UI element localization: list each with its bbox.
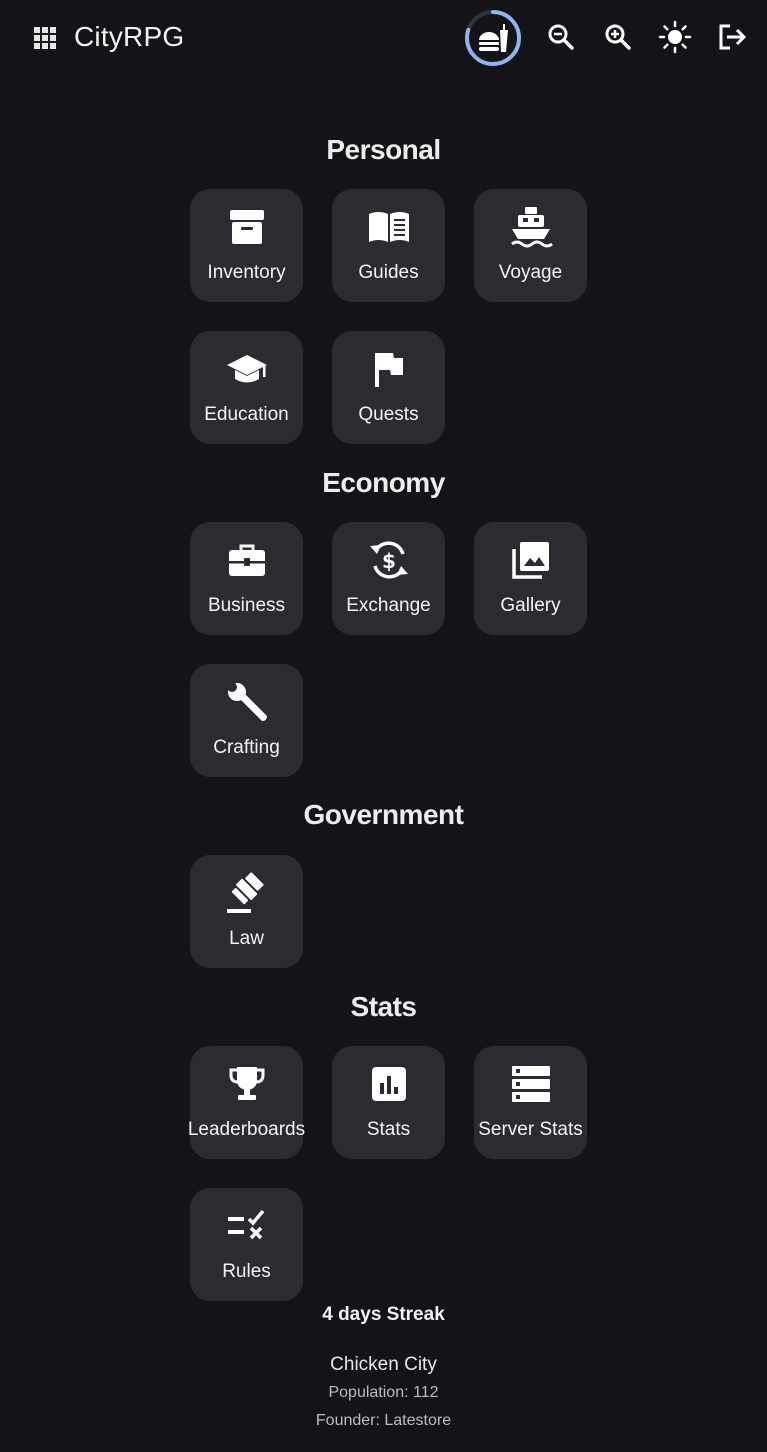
streak-text: 4 days Streak — [322, 1304, 445, 1325]
tile-label: Voyage — [498, 262, 563, 283]
briefcase-icon — [190, 540, 303, 580]
tile-label: Server Stats — [478, 1119, 583, 1140]
apps-grid-icon[interactable] — [34, 27, 56, 49]
tile-law[interactable]: Law — [190, 855, 303, 968]
tile-label: Gallery — [500, 595, 561, 616]
gavel-icon — [190, 872, 303, 913]
app-title[interactable]: CityRPG — [74, 19, 184, 55]
tile-label: Leaderboards — [187, 1119, 306, 1140]
trophy-icon — [190, 1064, 303, 1104]
tile-education[interactable]: Education — [190, 331, 303, 444]
section-title-government: Government — [303, 799, 464, 830]
graduation-cap-icon — [190, 349, 303, 389]
tile-leaderboards[interactable]: Leaderboards — [188, 1046, 305, 1159]
zoom-out-icon[interactable] — [544, 20, 578, 54]
streak-progress-button[interactable] — [463, 8, 523, 68]
currency-exchange-icon: $ — [332, 540, 445, 580]
top-app-bar: CityRPG — [0, 0, 767, 76]
server-icon — [474, 1064, 587, 1104]
wrench-icon — [190, 682, 303, 722]
tile-label: Exchange — [346, 595, 431, 616]
tile-crafting[interactable]: Crafting — [190, 664, 303, 777]
tile-quests[interactable]: Quests — [332, 331, 445, 444]
burger-streak-icon — [479, 24, 508, 52]
section-title-stats: Stats — [350, 991, 417, 1022]
sun-icon[interactable] — [658, 20, 692, 54]
tile-label: Guides — [358, 262, 419, 283]
photo-library-icon — [474, 540, 587, 580]
tile-inventory[interactable]: Inventory — [190, 189, 303, 302]
logout-icon[interactable] — [715, 20, 749, 54]
tile-exchange[interactable]: $ Exchange — [332, 522, 445, 635]
city-name: Chicken City — [330, 1354, 437, 1375]
tile-guides[interactable]: Guides — [332, 189, 445, 302]
tile-label: Quests — [358, 404, 419, 425]
svg-text:$: $ — [382, 549, 396, 573]
tile-label: Business — [207, 595, 286, 616]
section-title-economy: Economy — [322, 467, 445, 498]
city-population: Population: 112 — [328, 1384, 439, 1401]
section-title-personal: Personal — [326, 134, 441, 165]
tile-label: Inventory — [207, 262, 286, 283]
tile-server-stats[interactable]: Server Stats — [474, 1046, 587, 1159]
bar-chart-icon — [332, 1064, 445, 1104]
tile-label: Law — [229, 928, 264, 949]
archive-box-icon — [190, 207, 303, 247]
tile-voyage[interactable]: Voyage — [474, 189, 587, 302]
city-founder: Founder: Latestore — [315, 1412, 452, 1429]
tile-label: Stats — [366, 1119, 411, 1140]
tile-label: Crafting — [213, 737, 280, 758]
tile-gallery[interactable]: Gallery — [474, 522, 587, 635]
zoom-in-icon[interactable] — [601, 20, 635, 54]
flag-icon — [332, 349, 445, 389]
ship-icon — [474, 207, 587, 248]
tile-label: Rules — [222, 1261, 271, 1282]
tile-stats[interactable]: Stats — [332, 1046, 445, 1159]
tile-rules[interactable]: Rules — [190, 1188, 303, 1301]
rule-checklist-icon — [190, 1206, 303, 1246]
tile-label: Education — [204, 404, 289, 425]
open-book-icon — [332, 207, 445, 247]
tile-business[interactable]: Business — [190, 522, 303, 635]
